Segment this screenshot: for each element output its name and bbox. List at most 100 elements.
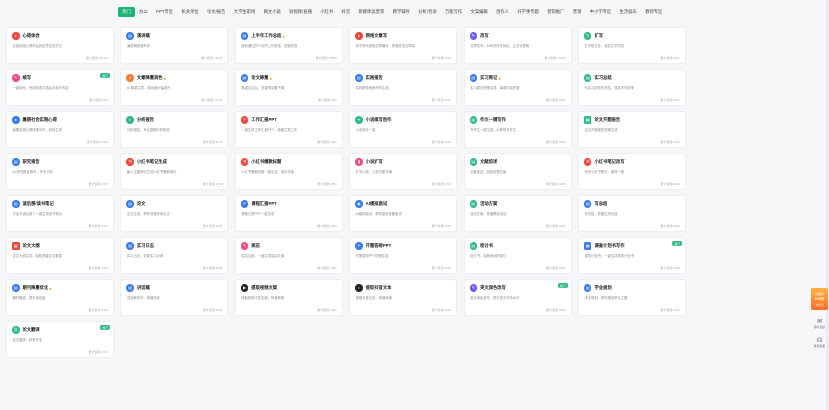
tool-card[interactable]: ▤ 活动方案 活动方案，快速策划活动 累计使用 4/6/8 [463, 195, 572, 232]
ppt-icon: P [240, 116, 249, 124]
tool-card[interactable]: ▤ 检讨书 检讨书，诚恳深刻的检讨 累计使用 4/6/8 [463, 237, 572, 274]
card-description: 提取抖音文本，快速转换 [355, 296, 392, 300]
tool-card[interactable]: ▤ 实习周记 ● 实习周记快速生成，每周内容完整 累计使用 4/6/1 [463, 69, 572, 106]
card-header: ▤ 实习总结 [583, 74, 680, 82]
usage-count: 累计使用 4/6/6 [202, 224, 223, 228]
tool-card[interactable]: ▤ 论文 论文生成，帮你快速完成论文 累计使用 4/6/6 [120, 195, 229, 232]
tool-card[interactable]: ▤ 演讲稿 演讲稿快速写作 累计使用 7/51/5 [120, 27, 229, 64]
tab-4[interactable]: 论文/报告 [203, 7, 230, 17]
gift-banner[interactable]: 领福利 199元 大礼包 [811, 288, 828, 310]
card-description: AI 研究报告撰写，专业分析 [12, 170, 53, 174]
card-header: ▤ 写总结 [583, 200, 680, 208]
tool-card[interactable]: ▤ 实习总结 为实习阶段写总结，提高写作效率 累计使用 4/6/1 [577, 69, 686, 106]
gift-top-label: 领福利 [814, 291, 824, 296]
tab-3[interactable]: 机关单位 [177, 7, 203, 17]
tool-card[interactable]: ✎ 扩写 扩写短文本，增加文字内容 累计使用 4/1/2 [577, 27, 686, 64]
tool-card[interactable]: ● 暑期社会实践心得 暑期实践心得快速写作，精炼生成 累计使用 4/6/61 [6, 111, 114, 148]
card-description: 演讲稿快速写作 [126, 44, 150, 48]
tool-card[interactable]: ▤ 实习日志 实习日志，记录实习点滴 累计使用 4/6/6 [120, 237, 229, 274]
tab-15[interactable]: 创作人 [492, 7, 513, 17]
tool-card[interactable]: 书小红书爆款标题 小红书爆款标题一键生成，吸引流量 累计使用 4/8/1 [234, 153, 343, 190]
tab-5[interactable]: 大学生职场 [230, 7, 260, 17]
empty-slot [692, 69, 800, 106]
service-button[interactable]: ☊ 联系客服 [812, 338, 827, 348]
tool-card[interactable]: ▮ 小说扩写 扩写小说，让情节更丰满 累计使用 4/6/5 [349, 153, 458, 190]
card-title: 讲话稿 [136, 285, 150, 290]
card-header: ▤ 实践报告 [355, 74, 451, 82]
tool-card[interactable]: ▤ 研究报告 AI 研究报告撰写，专业分析 累计使用 4/6/7 [6, 153, 114, 190]
hot-badge: 热门 [672, 241, 682, 247]
tool-card[interactable]: ♦ 心得体会 文档精准心得体会的创意生成文文 累计使用 257/23 [6, 27, 114, 64]
tool-card[interactable]: ◉ AI模拟面试 AI模拟面试，帮你提前准备面试 累计使用 4/6/5 [349, 195, 458, 232]
tool-card[interactable]: ▤ 上半年工作总结 ● 做到通过的个月的工作总结，快速完成 累计使用 7/58/7 [234, 27, 343, 64]
tool-card[interactable]: ♪ 提取抖音文本 提取抖音文本，快速转换 累计使用 4/6/5 [349, 279, 458, 316]
tab-11[interactable]: 教学辅导 [388, 7, 414, 17]
card-header: ▤ 检讨书 [469, 242, 566, 250]
tool-card[interactable]: ✎ 探店 探店文案，一键生成探店文案 累计使用 4/8/1 [234, 237, 343, 274]
flame-icon: ♦ [355, 32, 363, 40]
tool-card[interactable]: ▤ 学业规划 学业规划，帮你规划学业之路 累计使用 4/6/4 [577, 279, 686, 316]
tab-18[interactable]: 营销 [569, 7, 586, 17]
tool-card[interactable]: ✎ 英文润色改写 热门 英文润色改写，提升英文写作水平 累计使用 4/6/8 [463, 279, 572, 316]
tool-card[interactable]: P 开题答辩PPT 开题答辩PPT快速生成 累计使用 4/6/5 [349, 237, 458, 274]
card-title: 英文润色改写 [480, 285, 506, 290]
tool-card[interactable]: ♦ 网络文章写 用于现代网络文章编写，快速完成文章标 累计使用 4/6/1 [349, 27, 458, 64]
tool-card[interactable]: 文论文翻译 热门 论文翻译，精准专业 累计使用 4/6/1 [6, 321, 114, 358]
tool-card[interactable]: ▦ 论文大纲 论文大纲生成，轻松搭建论文框架 累计使用 4/6/1 [6, 237, 114, 274]
tool-card[interactable]: ▤ 讲话稿 讲话稿写作，快速完成 累计使用 4/6/6 [120, 279, 229, 316]
tool-card[interactable]: ❧ 小说续写创作 小说续写一键 累计使用 4/6/5 [349, 111, 458, 148]
tab-1[interactable]: 办公 [135, 7, 152, 17]
tab-16[interactable]: 开学季专题 [513, 7, 543, 17]
tool-card[interactable]: P 课程汇报PPT 课程汇报PPT一键生成 累计使用 4/8/1 [234, 195, 343, 232]
tab-7[interactable]: 短视频/直播 [285, 7, 316, 17]
card-description: AI模拟面试，帮你提前准备面试 [355, 212, 402, 216]
card-title: 提取抖音文本 [365, 285, 392, 290]
tool-card[interactable]: ▶ 提取视频文案 提取视频中的文案，快速转换 累计使用 4/8/1 [234, 279, 343, 316]
tab-14[interactable]: 文案编辑 [466, 7, 492, 17]
tool-card[interactable]: 书小红书笔记生成 输入主题即可生成小红书爆款笔记 累计使用 4/7/9 [120, 153, 229, 190]
card-title: 研究报告 [22, 159, 40, 164]
card-header: ▤ 文献综述 [469, 158, 566, 166]
card-header: ◐ 分析报告 [126, 116, 222, 124]
tool-card[interactable]: ▤ 期刊降重优化 ● 期刊降重，提升原创度 累计使用 4/6/1 [6, 279, 114, 316]
tool-card[interactable]: 书小红书笔记改写 改写小红书笔记，焕然一新 累计使用 4/6/4 [577, 153, 686, 190]
usage-count: 累计使用 4/6/61 [86, 140, 108, 144]
tool-card[interactable]: ▦ 调查计划书写作 热门 调查计划书，一键生成调查计划书 累计使用 4/6/4 [577, 237, 686, 274]
card-header: 文论文翻译 [12, 326, 108, 334]
card-description: 学业规划，帮你规划学业之路 [584, 296, 628, 300]
tool-card[interactable]: ▤ 实践报告 实践报告快速写作生成 累计使用 4/6/1 [349, 69, 458, 106]
tiktok-icon: ♪ [355, 284, 363, 292]
tool-card[interactable]: ▦ 论文开题报告 论文开题报告快速生成 累计使用 4/6/4 [577, 111, 686, 148]
tool-card[interactable]: ♦ 文章降重润色 ● AI 降重文章，原创度大幅提升 累计使用 7/47/6 [120, 69, 229, 106]
tab-19[interactable]: 中小学专区 [586, 7, 616, 17]
tab-0[interactable]: 热门 [118, 7, 135, 17]
tab-10[interactable]: 新媒体运营等 [354, 7, 388, 17]
tab-9[interactable]: 抖音 [337, 7, 354, 17]
tool-card[interactable]: ✎ 改写 文章改写，AI写作改写优化，让文字更美 累计使用 4/7/48 [463, 27, 572, 64]
tab-17[interactable]: 营销推广 [543, 7, 569, 17]
tool-card[interactable]: ▤ 读后感/读书笔记 不会写读后感？一键生成读书笔记 累计使用 4/6/1 [6, 195, 114, 232]
card-description: 论文翻译，精准专业 [12, 338, 43, 342]
card-description: 实习周记快速生成，每周内容完整 [470, 86, 520, 90]
tool-card[interactable]: ▤ 作文一键写作 写作文一键生成，AI帮你写作文 累计使用 4/6/8 [463, 111, 572, 148]
tab-20[interactable]: 生活娱乐 [615, 7, 641, 17]
tool-card[interactable]: ▤ 文献综述 文献综述，轻松梳理文献 累计使用 4/6/8 [463, 153, 572, 190]
tab-12[interactable]: 分析/咨询 [414, 7, 441, 17]
card-title: 检讨书 [480, 243, 493, 248]
usage-count: 累计使用 4/8/1 [317, 182, 337, 186]
ppt-icon: P [240, 200, 249, 208]
tab-13[interactable]: 万能写作 [441, 7, 467, 17]
tool-card[interactable]: ▤ 写总结 写总结，快速生成总结 累计使用 4/6/4 [577, 195, 686, 232]
tool-card[interactable]: ▤ 论文降重 ● 降重论文后，查重率显著下降 累计使用 4/59 [234, 69, 343, 106]
tab-21[interactable]: 教师专区 [641, 7, 667, 17]
usage-count: 累计使用 4/8/1 [317, 140, 337, 144]
feedback-button[interactable]: ✉ 用户反馈 [812, 319, 827, 329]
document-icon: ▤ [126, 200, 134, 208]
tool-card[interactable]: ◐ 分析报告 分析报告，专业数据分析报告 累计使用 4/7/6 [120, 111, 229, 148]
card-description: 探店文案，一键生成探店文案 [241, 254, 285, 258]
tab-8[interactable]: 小红书 [316, 7, 337, 17]
tab-2[interactable]: PPT专区 [152, 7, 177, 17]
tool-card[interactable]: ✎ 续写 热门 一键续写，完成各类文档后半部分内容 累计使用 5/63 [6, 69, 114, 106]
tab-6[interactable]: 网文小说 [259, 7, 285, 17]
tool-card[interactable]: P 工作汇报PPT 一键生成工作汇报PPT，快速汇报工作 累计使用 4/8/1 [234, 111, 343, 148]
